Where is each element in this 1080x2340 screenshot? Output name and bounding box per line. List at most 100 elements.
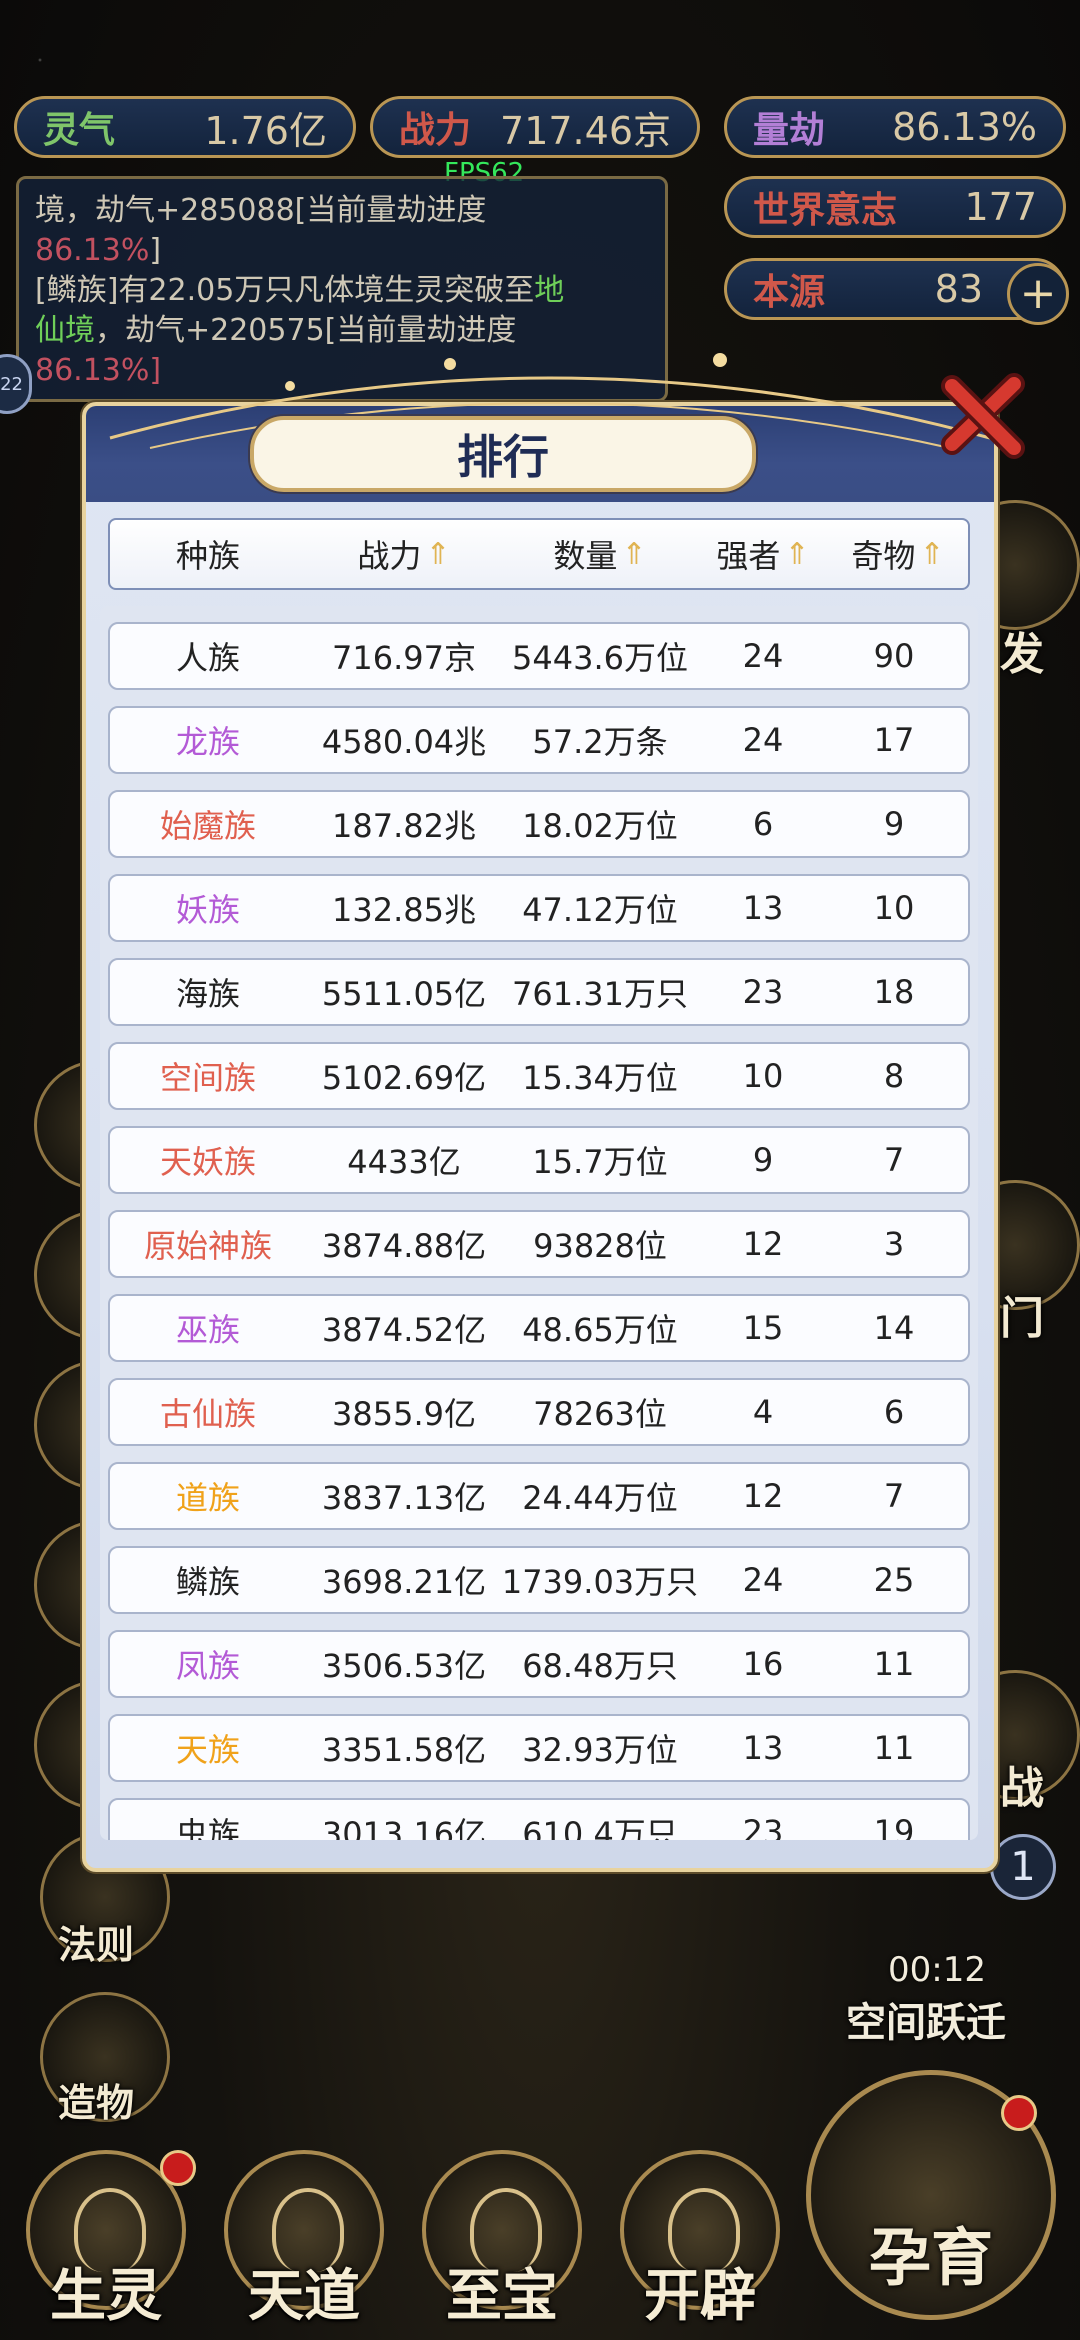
race-name: 道族 bbox=[175, 1479, 240, 1517]
race-name: 空间族 bbox=[159, 1059, 256, 1097]
race-strong: 12 bbox=[742, 1225, 784, 1263]
log-line-2: [鳞族]有22.05万只凡体境生灵突破至地 bbox=[35, 273, 565, 308]
table-row[interactable]: 始魔族 187.82兆 18.02万位 6 9 bbox=[108, 790, 970, 858]
race-name: 虫族 bbox=[175, 1815, 240, 1840]
race-strong: 23 bbox=[742, 973, 784, 1011]
race-name: 始魔族 bbox=[159, 807, 256, 845]
nav-tian-dao[interactable]: 天道 bbox=[214, 2140, 394, 2340]
race-count: 47.12万位 bbox=[522, 891, 678, 929]
race-name: 妖族 bbox=[175, 891, 240, 929]
origin-add-button[interactable]: + bbox=[1007, 263, 1069, 325]
nav-label: 天道 bbox=[248, 2263, 360, 2329]
right-men-label: 门 bbox=[1000, 1293, 1044, 1344]
race-name: 海族 bbox=[175, 975, 240, 1013]
table-row[interactable]: 天族 3351.58亿 32.93万位 13 11 bbox=[108, 1714, 970, 1782]
space-jump-timer: 00:12 bbox=[888, 1950, 986, 1990]
race-name: 天妖族 bbox=[159, 1143, 256, 1181]
space-jump-button[interactable]: 空间跃迁 bbox=[846, 1990, 1006, 2048]
race-strong: 13 bbox=[742, 1729, 784, 1767]
world-will-stat[interactable]: 世界意志 177 bbox=[724, 176, 1066, 238]
nav-label: 至宝 bbox=[446, 2263, 558, 2329]
race-strong: 6 bbox=[752, 805, 774, 843]
race-name: 凤族 bbox=[175, 1647, 240, 1685]
up-arrow-icon: ⇑ bbox=[919, 536, 945, 572]
race-strong: 4 bbox=[752, 1393, 774, 1431]
table-row[interactable]: 古仙族 3855.9亿 78263位 4 6 bbox=[108, 1378, 970, 1446]
table-row[interactable]: 鳞族 3698.21亿 1739.03万只 24 25 bbox=[108, 1546, 970, 1614]
header-power-sort[interactable]: 战力 ⇑ bbox=[306, 520, 502, 588]
table-row[interactable]: 巫族 3874.52亿 48.65万位 15 14 bbox=[108, 1294, 970, 1362]
origin-stat[interactable]: 本源 83 + bbox=[724, 258, 1069, 325]
nav-sheng-ling[interactable]: 生灵 bbox=[16, 2140, 196, 2340]
origin-value: 83 bbox=[934, 267, 983, 311]
table-row[interactable]: 海族 5511.05亿 761.31万只 23 18 bbox=[108, 958, 970, 1026]
race-count: 32.93万位 bbox=[522, 1731, 678, 1769]
right-zhan-label: 战 bbox=[1000, 1763, 1044, 1814]
header-count-sort[interactable]: 数量 ⇑ bbox=[502, 520, 698, 588]
table-header: 种族 战力 ⇑ 数量 ⇑ 强者 ⇑ 奇物 ⇑ bbox=[108, 518, 970, 590]
close-icon[interactable] bbox=[934, 366, 1034, 466]
race-count: 24.44万位 bbox=[522, 1479, 678, 1517]
race-strong: 13 bbox=[742, 889, 784, 927]
count-badge: 1 bbox=[990, 1834, 1056, 1900]
lingqi-label: 灵气 bbox=[43, 109, 116, 151]
race-name: 古仙族 bbox=[159, 1395, 256, 1433]
race-strong: 24 bbox=[742, 1561, 784, 1599]
race-items: 25 bbox=[873, 1561, 915, 1599]
race-name: 龙族 bbox=[175, 723, 240, 761]
liangjie-value: 86.13% bbox=[892, 105, 1037, 149]
race-items: 7 bbox=[883, 1477, 905, 1515]
race-count: 15.7万位 bbox=[532, 1143, 668, 1181]
nav-label: 生灵 bbox=[50, 2263, 162, 2329]
race-power: 5511.05亿 bbox=[321, 975, 487, 1013]
table-row[interactable]: 天妖族 4433亿 15.7万位 9 7 bbox=[108, 1126, 970, 1194]
log-line-1b: 86.13%] bbox=[35, 233, 162, 268]
table-row[interactable]: 龙族 4580.04兆 57.2万条 24 17 bbox=[108, 706, 970, 774]
race-strong: 12 bbox=[742, 1477, 784, 1515]
ranking-list[interactable]: 人族 716.97京 5443.6万位 24 90 龙族 4580.04兆 57… bbox=[100, 606, 978, 1840]
table-row[interactable]: 虫族 3013.16亿 610.4万只 23 19 bbox=[108, 1798, 970, 1840]
race-power: 3874.88亿 bbox=[321, 1227, 487, 1265]
header-race: 种族 bbox=[175, 537, 240, 575]
race-count: 57.2万条 bbox=[532, 723, 668, 761]
lingqi-value: 1.76亿 bbox=[204, 108, 327, 153]
race-name: 鳞族 bbox=[175, 1563, 240, 1601]
race-count: 15.34万位 bbox=[522, 1059, 678, 1097]
race-power: 3506.53亿 bbox=[321, 1647, 487, 1685]
nav-kai-pi[interactable]: 开辟 bbox=[610, 2140, 790, 2340]
table-row[interactable]: 妖族 132.85兆 47.12万位 13 10 bbox=[108, 874, 970, 942]
race-power: 3874.52亿 bbox=[321, 1311, 487, 1349]
header-items-sort[interactable]: 奇物 ⇑ bbox=[828, 520, 968, 588]
race-count: 1739.03万只 bbox=[501, 1563, 699, 1601]
race-name: 天族 bbox=[175, 1731, 240, 1769]
zhanli-stat[interactable]: 战力 717.46京 bbox=[370, 96, 700, 158]
race-items: 6 bbox=[883, 1393, 905, 1431]
table-row[interactable]: 人族 716.97京 5443.6万位 24 90 bbox=[108, 622, 970, 690]
race-strong: 15 bbox=[742, 1309, 784, 1347]
race-items: 90 bbox=[873, 637, 915, 675]
liangjie-stat[interactable]: 量劫 86.13% bbox=[724, 96, 1066, 158]
up-arrow-icon: ⇑ bbox=[784, 536, 810, 572]
table-row[interactable]: 道族 3837.13亿 24.44万位 12 7 bbox=[108, 1462, 970, 1530]
race-items: 7 bbox=[883, 1141, 905, 1179]
race-count: 610.4万只 bbox=[522, 1815, 678, 1840]
race-power: 3855.9亿 bbox=[332, 1395, 476, 1433]
nav-zhi-bao[interactable]: 至宝 bbox=[412, 2140, 592, 2340]
lingqi-stat[interactable]: 灵气 1.76亿 bbox=[14, 96, 356, 158]
notification-dot bbox=[160, 2150, 196, 2186]
race-count: 18.02万位 bbox=[522, 807, 678, 845]
header-strong-sort[interactable]: 强者 ⇑ bbox=[698, 520, 828, 588]
race-count: 68.48万只 bbox=[522, 1647, 678, 1685]
race-power: 4580.04兆 bbox=[321, 723, 487, 761]
race-name: 人族 bbox=[175, 639, 240, 677]
origin-label: 本源 bbox=[753, 271, 826, 313]
yun-yu-button[interactable]: 孕育 bbox=[806, 2070, 1056, 2320]
table-row[interactable]: 原始神族 3874.88亿 93828位 12 3 bbox=[108, 1210, 970, 1278]
race-strong: 16 bbox=[742, 1645, 784, 1683]
zhanli-value: 717.46京 bbox=[500, 108, 671, 153]
table-row[interactable]: 凤族 3506.53亿 68.48万只 16 11 bbox=[108, 1630, 970, 1698]
race-items: 17 bbox=[873, 721, 915, 759]
race-power: 132.85兆 bbox=[332, 891, 476, 929]
table-row[interactable]: 空间族 5102.69亿 15.34万位 10 8 bbox=[108, 1042, 970, 1110]
race-name: 原始神族 bbox=[143, 1227, 272, 1265]
